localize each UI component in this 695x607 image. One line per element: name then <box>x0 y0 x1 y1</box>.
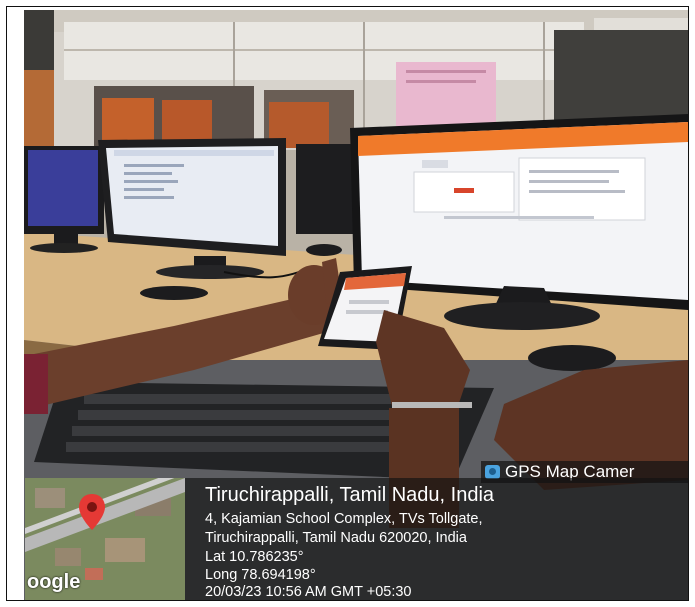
camera-icon <box>485 465 500 479</box>
place-name: Tiruchirappalli, Tamil Nadu, India <box>205 484 495 506</box>
map-thumbnail: oogle <box>25 478 185 600</box>
timestamp: 20/03/23 10:56 AM GMT +05:30 <box>205 584 412 600</box>
address-line-1: 4, Kajamian School Complex, TVs Tollgate… <box>205 511 483 527</box>
address-line-2: Tiruchirappalli, Tamil Nadu 620020, Indi… <box>205 530 467 546</box>
map-logo: oogle <box>27 571 81 593</box>
photo-frame: GPS Map Camer oogle Tiruchirappalli, Tam… <box>6 6 689 601</box>
map-pin-icon <box>79 494 105 530</box>
longitude: Long 78.694198° <box>205 567 316 583</box>
location-info-panel: oogle Tiruchirappalli, Tamil Nadu, India… <box>25 478 688 600</box>
latitude: Lat 10.786235° <box>205 549 304 565</box>
